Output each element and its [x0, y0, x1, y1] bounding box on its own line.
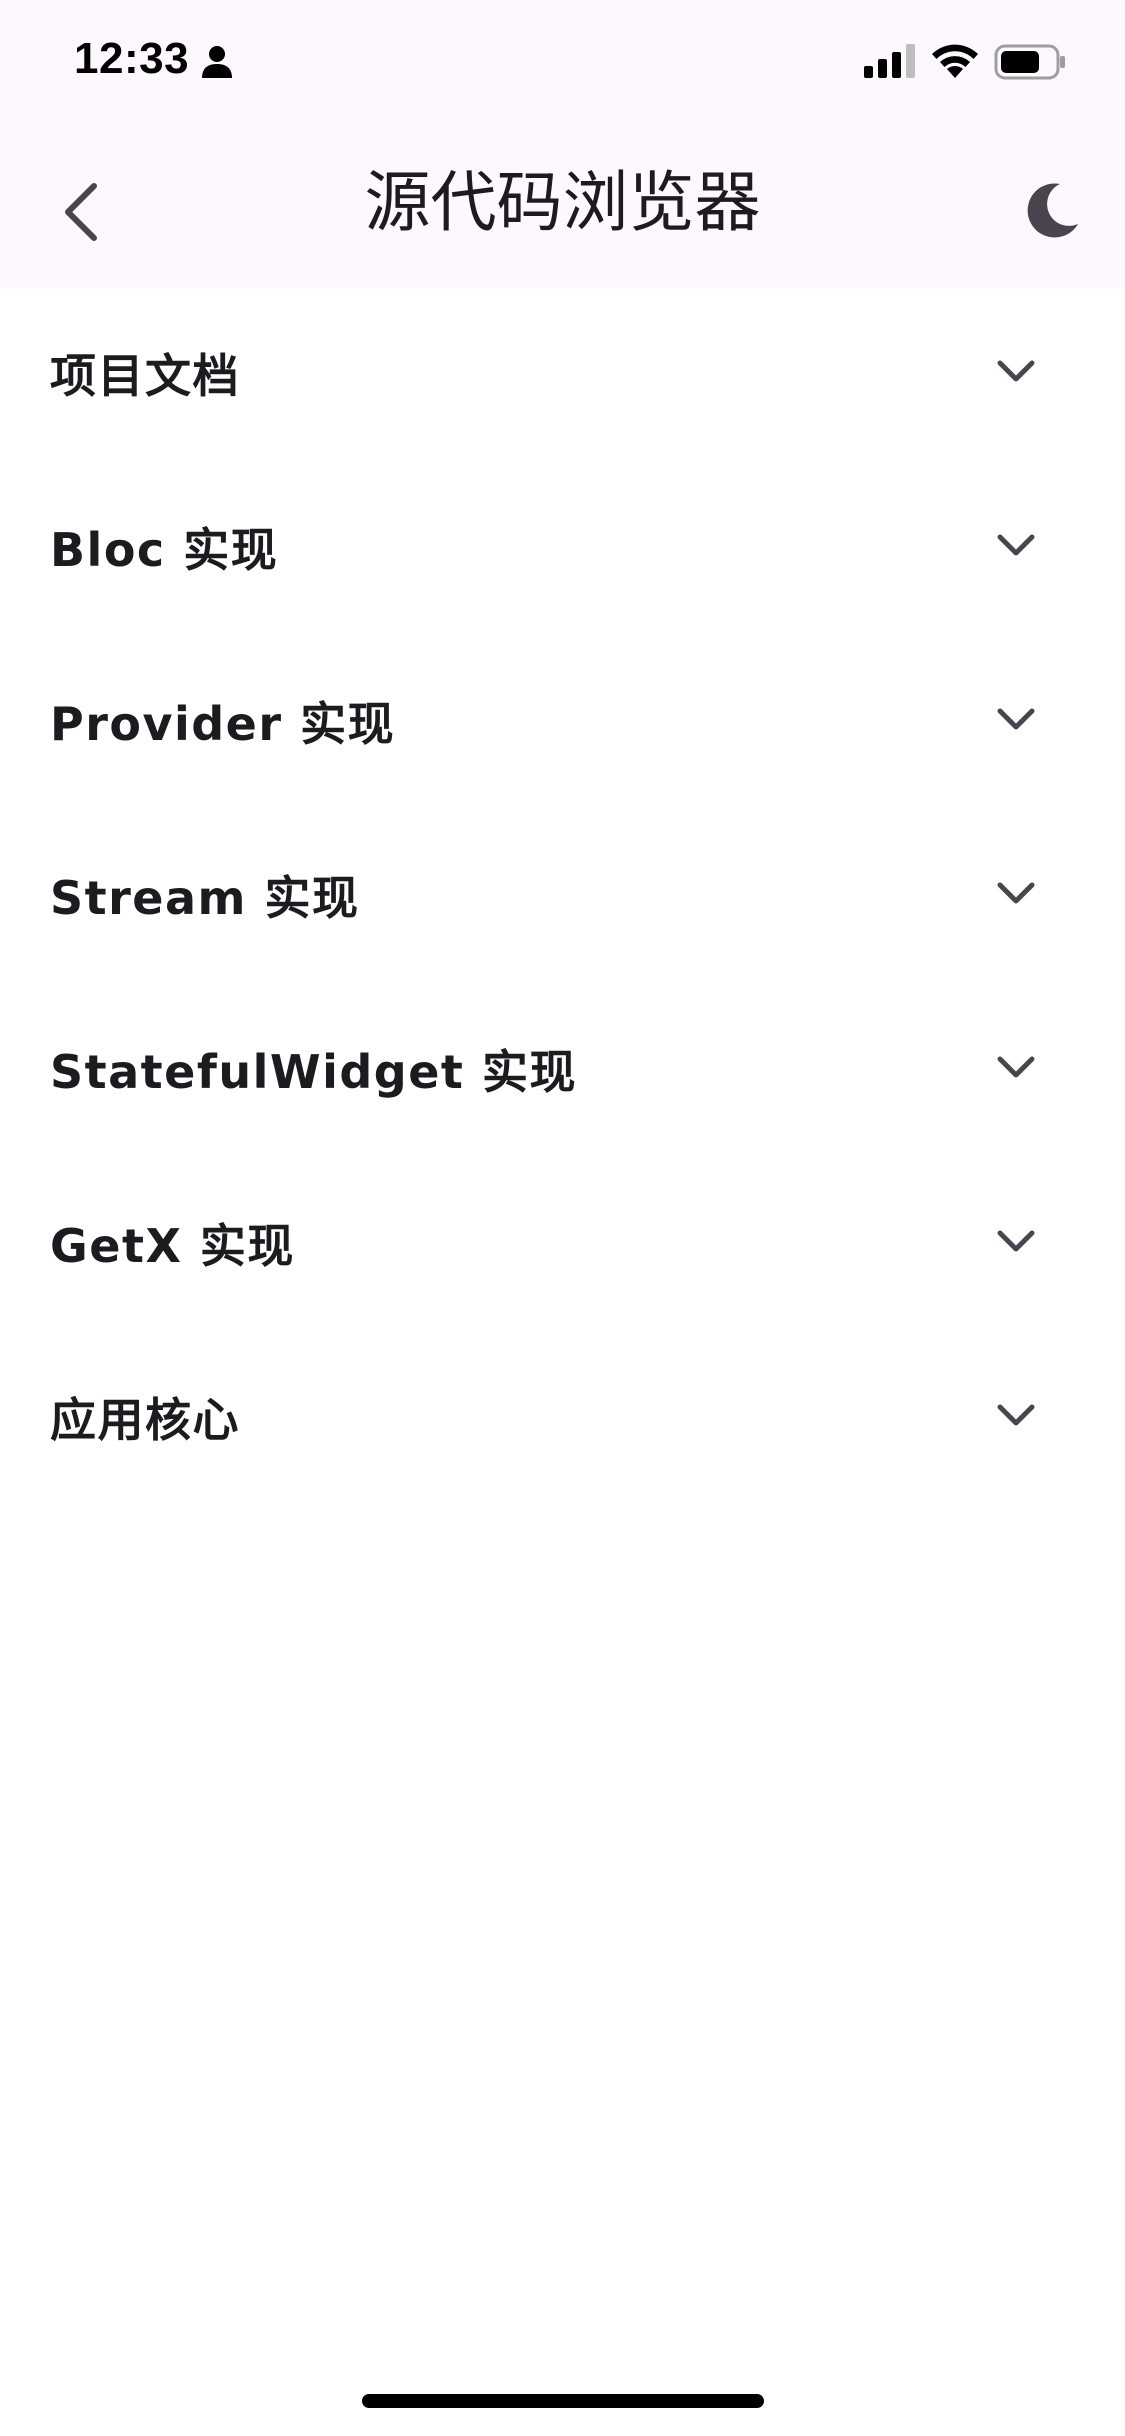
section-label: 项目文档	[50, 349, 240, 403]
cellular-signal-icon	[864, 44, 915, 78]
theme-toggle-button[interactable]	[1012, 170, 1092, 250]
chevron-down-icon	[997, 360, 1035, 382]
person-icon	[202, 46, 232, 78]
section-tile-getx[interactable]: GetX 实现	[0, 1158, 1125, 1332]
section-tile-app-core[interactable]: 应用核心	[0, 1332, 1125, 1506]
wifi-icon	[932, 44, 978, 78]
section-tile-bloc[interactable]: Bloc 实现	[0, 462, 1125, 636]
source-section-list: 项目文档 Bloc 实现 Provider 实现 Stream 实现 State…	[0, 288, 1125, 1506]
chevron-down-icon	[997, 534, 1035, 556]
section-label: Provider 实现	[50, 697, 396, 751]
section-tile-statefulwidget[interactable]: StatefulWidget 实现	[0, 984, 1125, 1158]
screen: 12:33 源代码浏览器 项目文档 Bloc 实现 Provider 实现 St…	[0, 0, 1125, 2436]
status-time: 12:33	[74, 34, 190, 83]
section-label: 应用核心	[50, 1393, 240, 1447]
section-label: GetX 实现	[50, 1219, 295, 1273]
page-title: 源代码浏览器	[364, 164, 761, 241]
app-bar: 源代码浏览器	[0, 120, 1125, 288]
section-tile-stream[interactable]: Stream 实现	[0, 810, 1125, 984]
status-bar: 12:33	[0, 0, 1125, 120]
section-tile-provider[interactable]: Provider 实现	[0, 636, 1125, 810]
moon-icon	[1027, 183, 1078, 238]
chevron-down-icon	[997, 1056, 1035, 1078]
home-indicator[interactable]	[362, 2394, 764, 2408]
section-label: StatefulWidget 实现	[50, 1045, 577, 1099]
battery-icon	[994, 44, 1065, 80]
section-tile-docs[interactable]: 项目文档	[0, 288, 1125, 462]
chevron-down-icon	[997, 1230, 1035, 1252]
section-label: Bloc 实现	[50, 523, 279, 577]
chevron-down-icon	[997, 1404, 1035, 1426]
chevron-down-icon	[997, 708, 1035, 730]
chevron-down-icon	[997, 882, 1035, 904]
section-label: Stream 实现	[50, 871, 360, 925]
